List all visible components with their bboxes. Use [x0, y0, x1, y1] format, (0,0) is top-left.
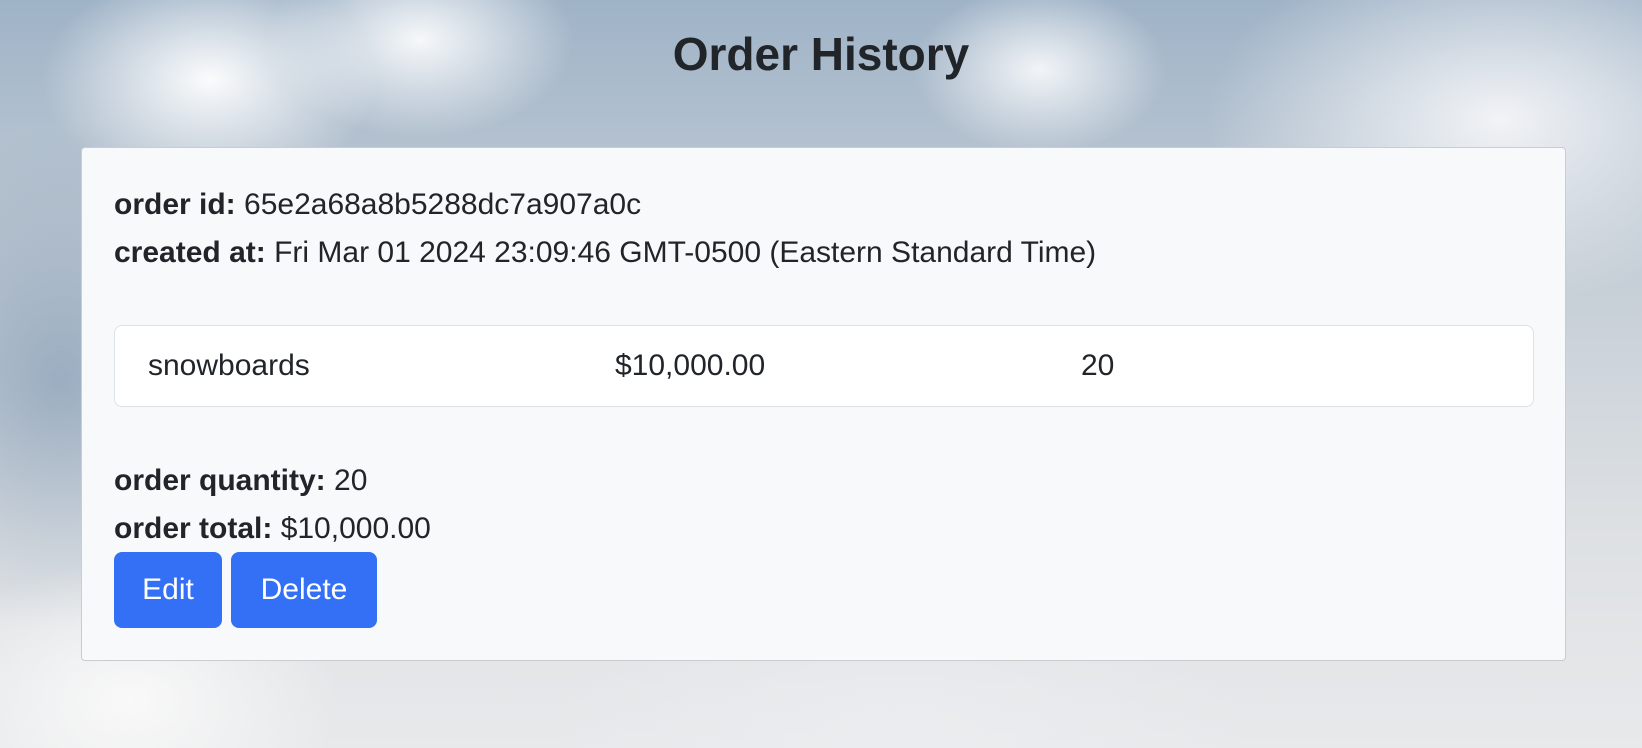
order-total-label: order total:: [114, 512, 273, 545]
order-quantity-label: order quantity:: [114, 464, 326, 497]
order-id-value: 65e2a68a8b5288dc7a907a0c: [244, 188, 642, 221]
order-quantity-line: order quantity: 20: [114, 461, 367, 501]
delete-button[interactable]: Delete: [231, 552, 377, 628]
page-title: Order History: [672, 28, 970, 80]
order-id-label: order id:: [114, 188, 236, 221]
created-at-line: created at: Fri Mar 01 2024 23:09:46 GMT…: [114, 233, 1096, 273]
item-price: $10,000.00: [615, 349, 766, 382]
order-quantity-value: 20: [334, 464, 368, 497]
order-total-value: $10,000.00: [280, 512, 431, 545]
item-quantity: 20: [1081, 349, 1115, 382]
order-total-line: order total: $10,000.00: [114, 509, 431, 549]
order-card: order id: 65e2a68a8b5288dc7a907a0c creat…: [81, 147, 1566, 661]
item-name: snowboards: [148, 349, 310, 382]
order-id-line: order id: 65e2a68a8b5288dc7a907a0c: [114, 185, 641, 225]
edit-button[interactable]: Edit: [114, 552, 222, 628]
created-at-value: Fri Mar 01 2024 23:09:46 GMT-0500 (Easte…: [274, 236, 1097, 269]
created-at-label: created at:: [114, 236, 266, 269]
order-items-table: snowboards $10,000.00 20: [114, 325, 1534, 407]
